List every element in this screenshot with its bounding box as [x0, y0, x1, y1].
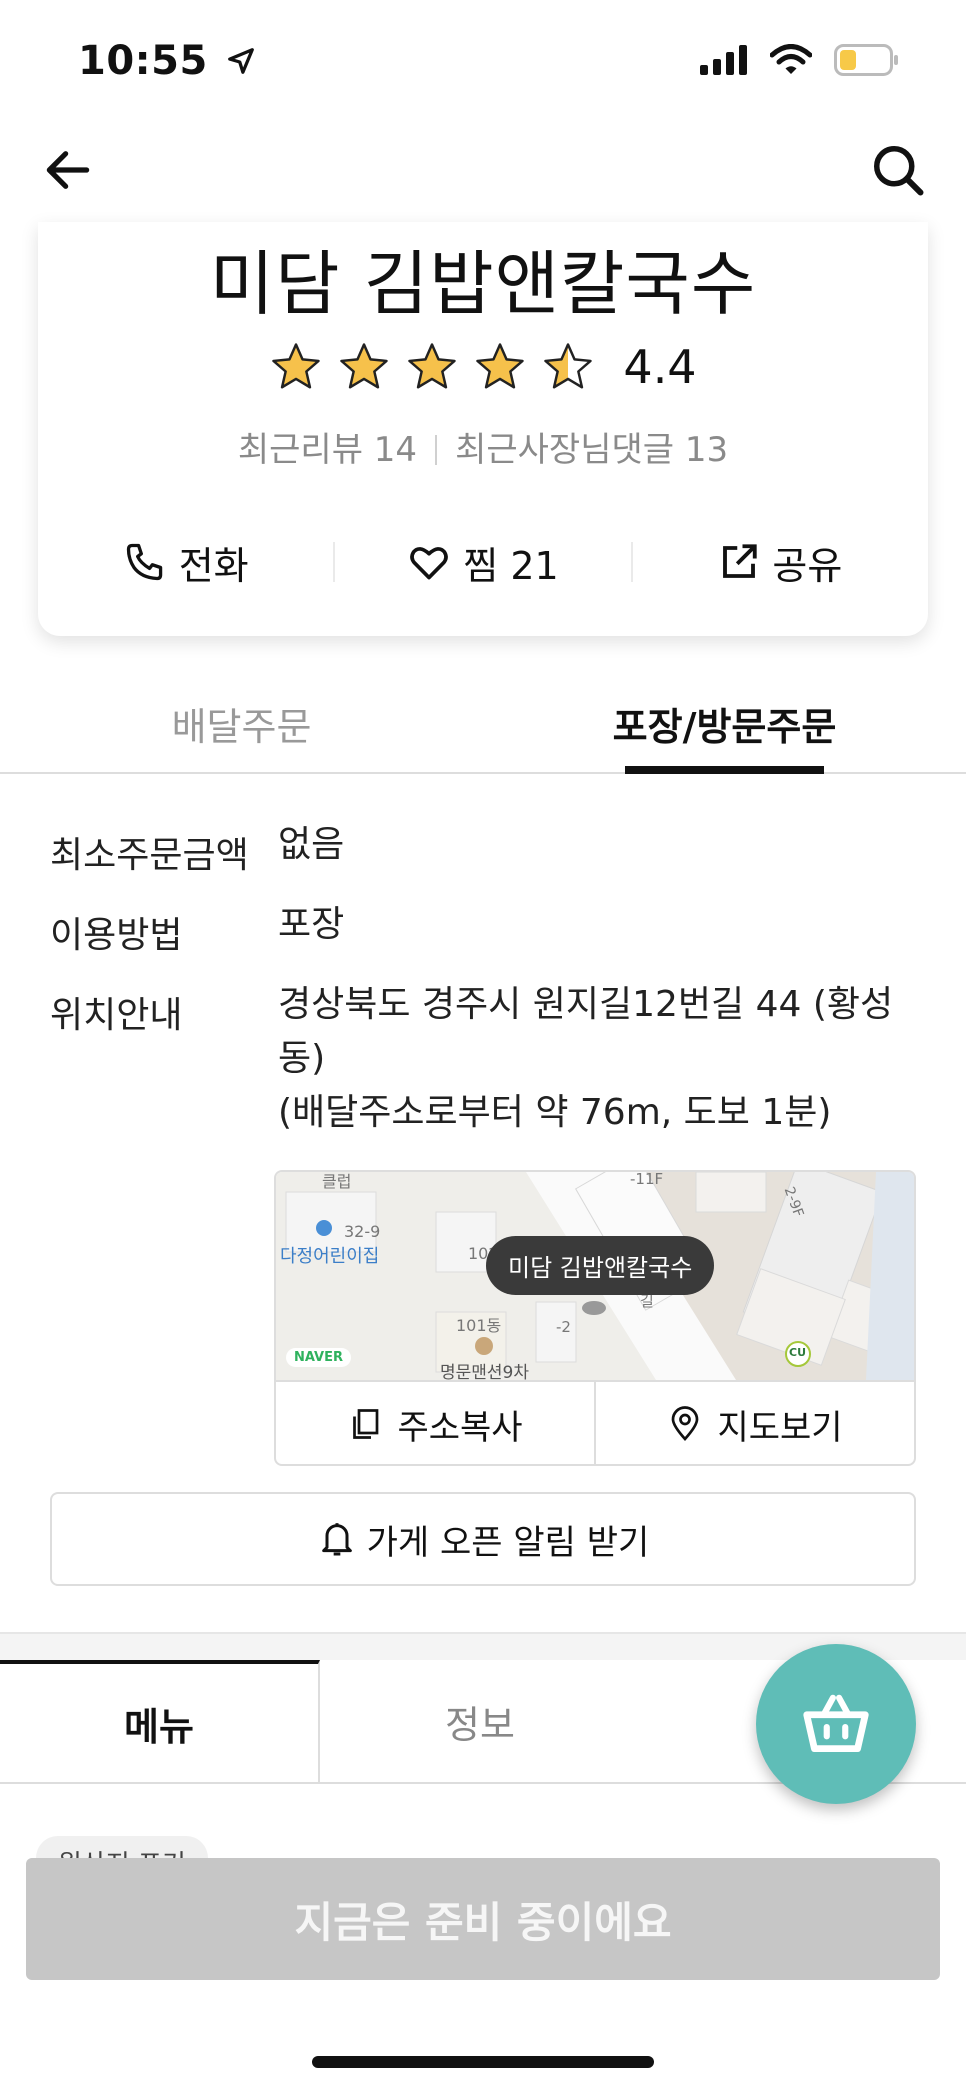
copy-icon [353, 1409, 379, 1439]
call-button[interactable]: 전화 [38, 535, 333, 590]
method-label: 이용방법 [50, 915, 183, 956]
status-time: 10:55 [78, 38, 256, 84]
star-icon [476, 343, 525, 389]
back-button[interactable] [40, 142, 96, 198]
location-label: 위치안내 [50, 995, 183, 1036]
like-button[interactable]: 찜 21 [335, 535, 630, 590]
store-actions: 전화 찜 21 공유 [38, 522, 928, 602]
search-icon [874, 146, 924, 196]
min-order-value: 없음 [278, 824, 345, 865]
order-cta-button[interactable]: 지금은 준비 중이에요 [26, 1858, 940, 1980]
cart-button[interactable] [756, 1644, 916, 1804]
star-icon [408, 343, 457, 389]
share-icon [723, 544, 758, 578]
phone-icon [126, 543, 162, 581]
battery-icon [834, 44, 898, 76]
recent-reviews[interactable]: 최근리뷰 14 [238, 430, 417, 470]
view-map-button[interactable]: 지도보기 [594, 1382, 914, 1464]
map-label: -2 [556, 1318, 571, 1336]
map-label: 명문맨션9차 [440, 1363, 530, 1380]
signal-icon [700, 45, 747, 75]
map-label: 클럽 [322, 1172, 352, 1191]
map-actions: 주소복사 지도보기 [276, 1380, 914, 1464]
share-label: 공유 [772, 543, 843, 588]
call-label: 전화 [178, 543, 249, 588]
method-value: 포장 [278, 904, 345, 945]
map-pin-label: 미담 김밥앤칼국수 [486, 1236, 715, 1295]
rating-value: 4.4 [623, 340, 697, 394]
tab-menu[interactable]: 메뉴 [0, 1660, 320, 1782]
view-map-label: 지도보기 [717, 1407, 843, 1448]
copy-address-label: 주소복사 [397, 1407, 523, 1448]
review-summary[interactable]: 최근리뷰 14 최근사장님댓글 13 [38, 422, 928, 471]
naver-logo: NAVER [286, 1348, 352, 1367]
map-label: -11F [630, 1172, 664, 1188]
like-label: 찜 21 [463, 543, 559, 588]
cu-logo: CU [789, 1346, 807, 1359]
tab-pickup[interactable]: 포장/방문주문 [483, 690, 966, 774]
search-button[interactable] [868, 140, 928, 200]
min-order-label: 최소주문금액 [50, 835, 249, 876]
rating-stars: 4.4 [38, 340, 928, 394]
bell-icon [321, 1523, 352, 1556]
half-star-icon [544, 343, 593, 389]
order-type-tabs: 배달주문 포장/방문주문 [0, 690, 966, 774]
status-icons [700, 44, 900, 76]
location-pin-icon [672, 1406, 699, 1442]
arrow-left-icon [46, 151, 90, 189]
divider [435, 435, 438, 465]
recent-owner-replies[interactable]: 최근사장님댓글 13 [455, 430, 728, 470]
address-text: 경상북도 경주시 원지길12번길 44 (황성동) (배달주소로부터 약 76m… [278, 978, 918, 1140]
tab-delivery[interactable]: 배달주문 [0, 690, 483, 772]
map-image[interactable]: 클럽 32-9 다정어린이집 102 101동 명문맨션9차 -2 길 -11F… [276, 1172, 914, 1380]
distance: (배달주소로부터 약 76m, 도보 1분) [278, 1092, 832, 1133]
heart-icon [410, 547, 449, 580]
time-text: 10:55 [78, 38, 208, 84]
map-label: 101동 [456, 1316, 502, 1335]
store-card: 미담 김밥앤칼국수 4.4 최근리뷰 14 최근사장님댓글 13 전화 찜 21 … [38, 222, 928, 636]
open-alert-button[interactable]: 가게 오픈 알림 받기 [50, 1492, 916, 1586]
map-preview: 클럽 32-9 다정어린이집 102 101동 명문맨션9차 -2 길 -11F… [274, 1170, 916, 1466]
store-name: 미담 김밥앤칼국수 [209, 243, 757, 325]
star-icon [340, 343, 389, 389]
map-label: 다정어린이집 [280, 1246, 380, 1267]
location-arrow-icon [228, 48, 255, 74]
home-indicator [312, 2056, 654, 2068]
open-alert-label: 가게 오픈 알림 받기 [366, 1522, 650, 1563]
wifi-icon [770, 44, 812, 74]
share-button[interactable]: 공유 [633, 535, 928, 590]
address: 경상북도 경주시 원지길12번길 44 (황성동) [278, 984, 894, 1079]
basket-icon [803, 1694, 869, 1753]
copy-address-button[interactable]: 주소복사 [276, 1382, 594, 1464]
map-label: 32-9 [344, 1222, 381, 1241]
tab-info[interactable]: 정보 [320, 1660, 640, 1782]
star-icon [272, 343, 321, 389]
